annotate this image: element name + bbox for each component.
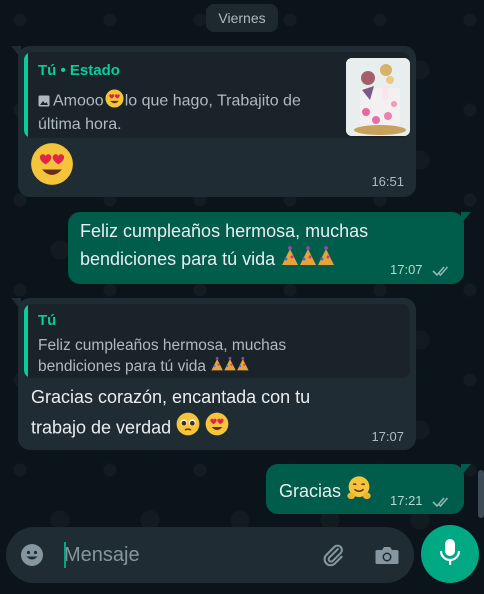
read-ticks-icon [432,264,452,282]
party-emojis [280,245,336,275]
message-input[interactable] [64,541,304,569]
quote-text: Feliz cumpleaños hermosa, muchas bendici… [38,336,398,378]
message-time: 17:07 [371,429,404,444]
hugging-face-emoji [346,475,372,509]
message-time: 17:21 [390,493,423,508]
pleading-face-emoji [176,412,200,445]
quote-text-part: última hora. [38,116,122,133]
camera-icon[interactable] [372,540,402,570]
message-text-line: Feliz cumpleaños hermosa, muchas [80,221,369,241]
quoted-message[interactable]: Tú Feliz cumpleaños hermosa, muchas bend… [24,304,410,378]
day-separator: Viernes [206,4,278,32]
text-caret [64,542,66,568]
quote-text-part: bendiciones para tú vida [38,358,207,376]
day-separator-label: Viernes [218,10,266,26]
quote-author: Tú [38,312,57,329]
quote-text-part: lo que hago, Trabajito de [124,92,301,110]
party-emojis [210,356,250,378]
quote-text-part: Feliz cumpleaños hermosa, muchas [38,337,287,354]
message-bubble-outgoing[interactable]: Gracias 17:21 [266,464,471,514]
image-icon [38,92,50,113]
quote-accent-bar [24,52,28,138]
heart-eyes-emoji [105,89,124,114]
quote-accent-bar [24,304,28,378]
read-ticks-icon [432,495,452,513]
message-text-line: Gracias [279,480,342,501]
microphone-button[interactable] [421,525,479,583]
message-bubble-incoming[interactable]: Tú Feliz cumpleaños hermosa, muchas bend… [11,298,416,450]
scroll-edge [478,470,484,518]
heart-eyes-emoji [205,412,229,445]
message-text-line: Gracias corazón, encantada con tu [31,387,311,407]
cake-photo-thumbnail[interactable] [346,58,410,136]
message-time: 16:51 [371,174,404,189]
message-time: 17:07 [390,262,423,277]
quoted-status[interactable]: Tú • Estado Amooo lo que hago, Trabajito… [24,52,410,138]
microphone-icon [439,538,461,571]
heart-eyes-emoji [30,142,74,191]
message-text: Gracias corazón, encantada con tu trabaj… [31,382,411,445]
quote-author: Tú • Estado [38,62,120,79]
message-composer [6,527,414,583]
message-text-line: trabajo de verdad [31,417,172,438]
message-text-line: bendiciones para tú vida [80,249,276,269]
emoji-icon[interactable] [18,541,46,569]
message-text: Gracias [279,475,372,509]
message-bubble-outgoing[interactable]: Feliz cumpleaños hermosa, muchas bendici… [68,212,471,284]
paperclip-icon[interactable] [318,540,348,570]
quote-text-part: Amooo [53,92,104,110]
quote-text: Amooo lo que hago, Trabajito de última h… [38,89,338,135]
message-bubble-incoming[interactable]: Tú • Estado Amooo lo que hago, Trabajito… [11,46,416,197]
